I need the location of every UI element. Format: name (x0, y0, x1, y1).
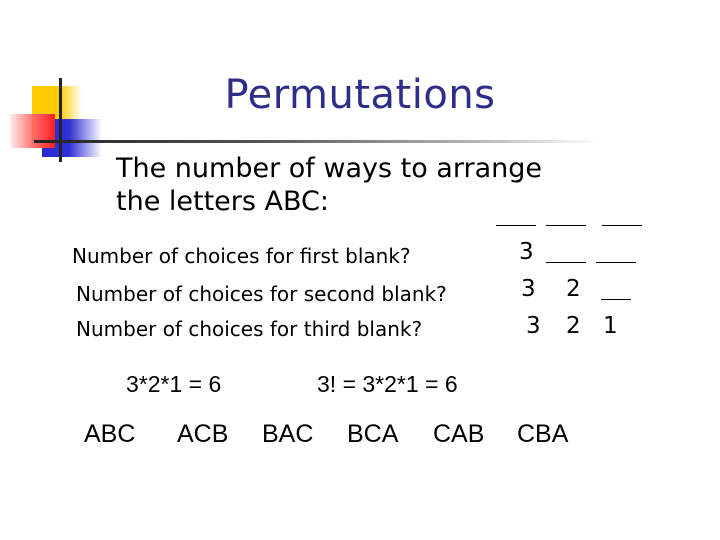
answer-first-1: 3 (519, 239, 534, 265)
blank-q1-2 (546, 262, 586, 263)
blank-1 (496, 225, 536, 226)
question-first-blank: Number of choices for first blank? (72, 244, 411, 268)
title-divider-line (34, 140, 600, 143)
question-second-blank: Number of choices for second blank? (76, 282, 447, 306)
blank-2 (546, 225, 586, 226)
factorial-equation: 3! = 3*2*1 = 6 (317, 371, 458, 397)
blank-q1-3 (596, 262, 636, 263)
answer-third-3: 1 (603, 313, 618, 339)
answer-third-2: 2 (566, 313, 581, 339)
product-equation: 3*2*1 = 6 (126, 371, 222, 397)
permutation-6: CBA (517, 420, 569, 448)
answer-second-1: 3 (521, 276, 536, 302)
permutation-1: ABC (84, 420, 136, 448)
question-third-blank: Number of choices for third blank? (76, 317, 423, 341)
intro-line-2: the letters ABC: (116, 186, 330, 217)
slide-title: Permutations (224, 72, 496, 118)
blank-3 (602, 225, 642, 226)
permutation-4: BCA (347, 420, 399, 448)
permutation-5: CAB (433, 420, 485, 448)
answer-third-1: 3 (526, 313, 541, 339)
answer-second-2: 2 (566, 276, 581, 302)
permutation-2: ACB (177, 420, 229, 448)
intro-text: The number of ways to arrange the letter… (116, 152, 542, 218)
intro-line-1: The number of ways to arrange (116, 153, 542, 184)
permutation-3: BAC (262, 420, 314, 448)
blank-q2-3 (601, 299, 631, 300)
